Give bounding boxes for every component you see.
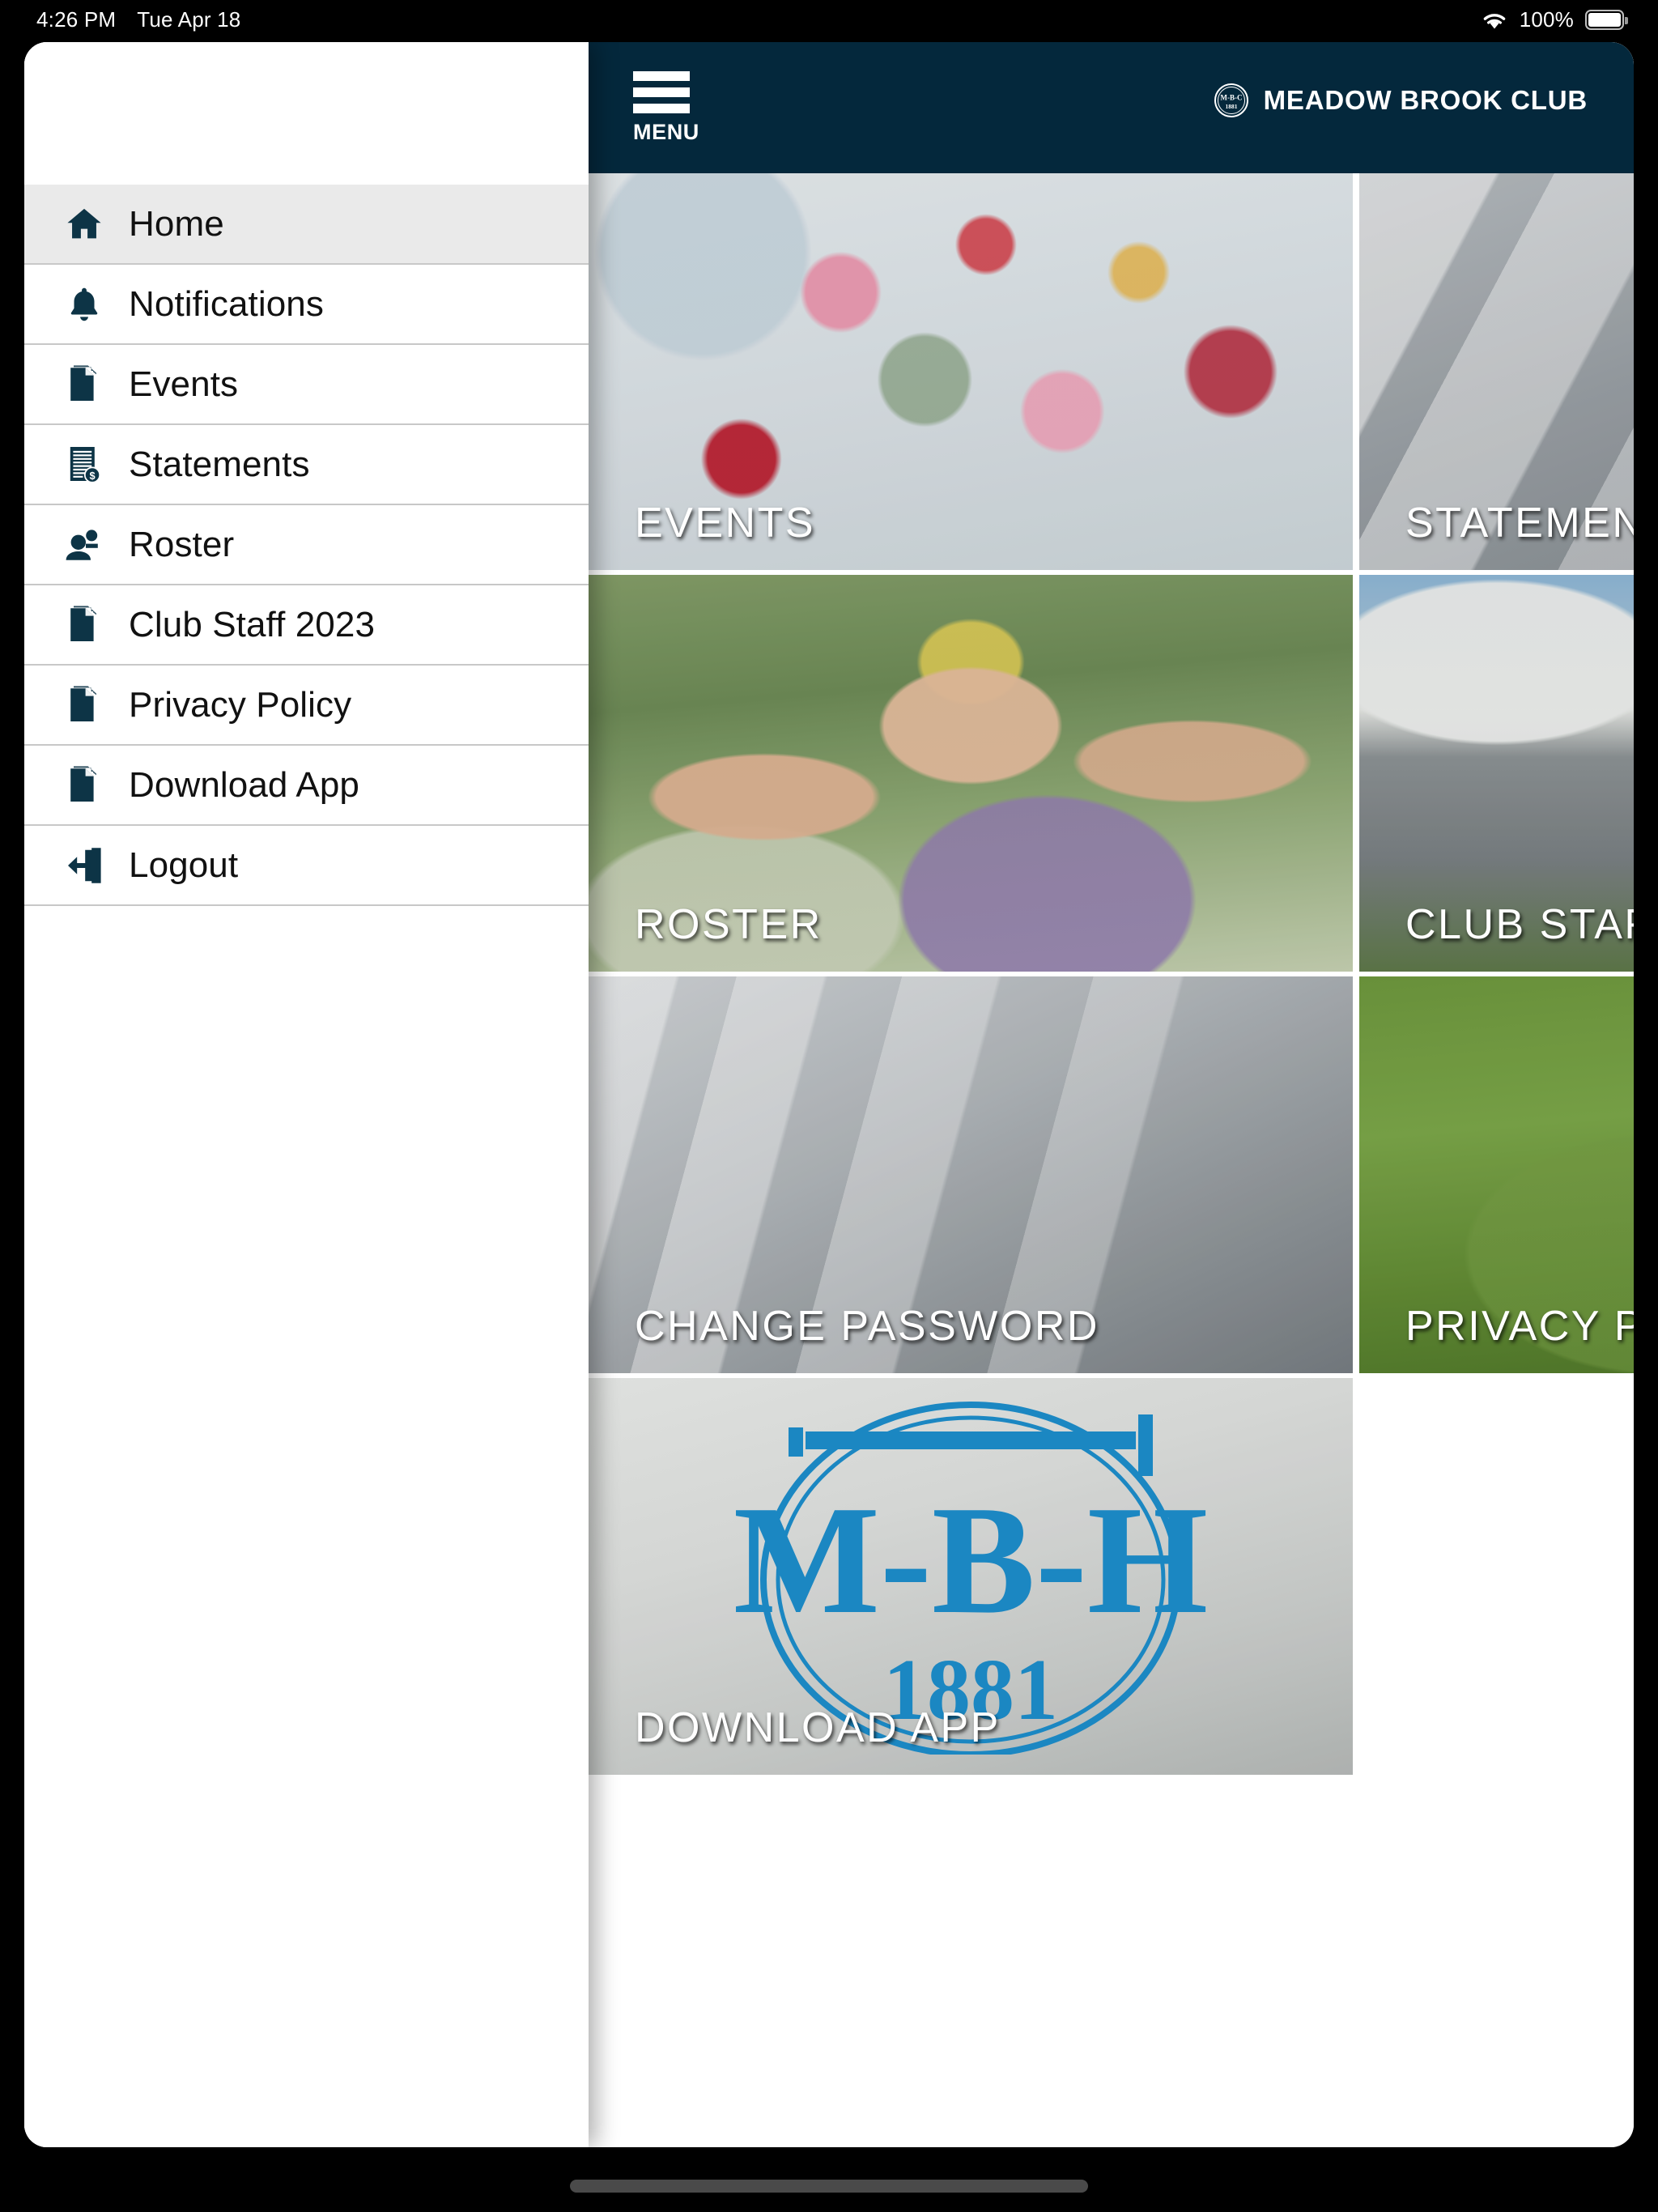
tile-privacy-policy-label: PRIVACY POLICY [1405, 1303, 1634, 1350]
brand-logo: M-B-C 1881 MEADOW BROOK CLUB [1214, 83, 1588, 118]
app-window: MENU M-B-C 1881 MEADOW BROOK CLUB EVENTS… [24, 42, 1634, 2147]
drawer-empty-area [24, 906, 589, 2147]
sidebar-item-notifications[interactable]: Notifications [24, 265, 589, 345]
sidebar-item-logout-label: Logout [129, 844, 239, 885]
home-icon [61, 203, 108, 245]
sidebar-item-club-staff[interactable]: Club Staff 2023 [24, 585, 589, 666]
sidebar-item-download-app[interactable]: Download App [24, 746, 589, 826]
svg-text:1881: 1881 [1225, 103, 1237, 110]
sidebar-item-events-label: Events [129, 364, 239, 404]
home-tile-grid: EVENTS STATEMENTS ROSTER CLUB STAFF 2023 [589, 173, 1634, 1775]
sidebar-item-statements-label: Statements [129, 444, 310, 484]
invoice-dollar-icon: $ [61, 444, 108, 486]
tile-events[interactable]: EVENTS [589, 173, 1353, 570]
tile-roster[interactable]: ROSTER [589, 575, 1353, 972]
sidebar-item-events[interactable]: Events [24, 345, 589, 425]
sidebar-drawer: Home Notifications Events $ Statements R… [24, 42, 589, 2147]
sidebar-item-notifications-label: Notifications [129, 283, 324, 324]
hamburger-icon-bar-1 [633, 71, 690, 81]
battery-full-icon [1585, 9, 1628, 30]
battery-percent-label: 100% [1519, 6, 1574, 32]
tile-download-app-label: DOWNLOAD APP [635, 1704, 1001, 1751]
svg-text:$: $ [89, 470, 95, 482]
sidebar-item-club-staff-label: Club Staff 2023 [129, 604, 376, 644]
documents-icon [61, 684, 108, 726]
menu-button[interactable]: MENU [633, 71, 722, 145]
wifi-icon [1481, 9, 1508, 30]
status-bar-left: 4:26 PM Tue Apr 18 [36, 7, 240, 32]
documents-icon [61, 364, 108, 406]
documents-icon [61, 764, 108, 806]
tile-statements[interactable]: STATEMENTS [1359, 173, 1634, 570]
logout-arrow-icon [61, 845, 108, 886]
sidebar-item-download-app-label: Download App [129, 764, 359, 805]
status-bar-right: 100% [1481, 6, 1628, 32]
sidebar-item-roster[interactable]: Roster [24, 505, 589, 585]
home-indicator[interactable] [570, 2180, 1088, 2193]
hamburger-icon-bar-3 [633, 104, 690, 113]
sidebar-item-logout[interactable]: Logout [24, 826, 589, 906]
tile-events-label: EVENTS [635, 500, 816, 547]
tile-statements-label: STATEMENTS [1405, 500, 1634, 547]
tile-roster-label: ROSTER [635, 901, 823, 948]
status-bar-time: 4:26 PM [36, 6, 117, 32]
sidebar-item-home[interactable]: Home [24, 185, 589, 265]
club-seal-icon: M-B-C 1881 [1214, 83, 1249, 118]
tile-download-app[interactable]: M-B-H 1881 DOWNLOAD APP [589, 1378, 1353, 1775]
people-icon [61, 525, 108, 565]
sidebar-item-home-label: Home [129, 203, 224, 244]
status-bar-date: Tue Apr 18 [137, 6, 241, 32]
sidebar-item-privacy-policy-label: Privacy Policy [129, 684, 352, 725]
brand-name-label: MEADOW BROOK CLUB [1263, 85, 1588, 115]
sidebar-item-roster-label: Roster [129, 524, 235, 564]
documents-icon [61, 604, 108, 646]
drawer-header-spacer [24, 42, 589, 185]
ios-status-bar: 4:26 PM Tue Apr 18 100% [0, 0, 1658, 39]
tile-club-staff[interactable]: CLUB STAFF 2023 [1359, 575, 1634, 972]
tile-privacy-policy[interactable]: PRIVACY POLICY [1359, 976, 1634, 1373]
menu-button-label: MENU [633, 120, 699, 144]
tile-club-staff-label: CLUB STAFF 2023 [1405, 901, 1634, 948]
sidebar-item-statements[interactable]: $ Statements [24, 425, 589, 505]
app-header: MENU M-B-C 1881 MEADOW BROOK CLUB [589, 42, 1634, 173]
sidebar-item-privacy-policy[interactable]: Privacy Policy [24, 666, 589, 746]
svg-text:M-B-C: M-B-C [1220, 94, 1242, 102]
tile-change-password-label: CHANGE PASSWORD [635, 1303, 1099, 1350]
bell-icon [61, 284, 108, 325]
hamburger-icon-bar-2 [633, 87, 690, 97]
tile-change-password[interactable]: CHANGE PASSWORD [589, 976, 1353, 1373]
